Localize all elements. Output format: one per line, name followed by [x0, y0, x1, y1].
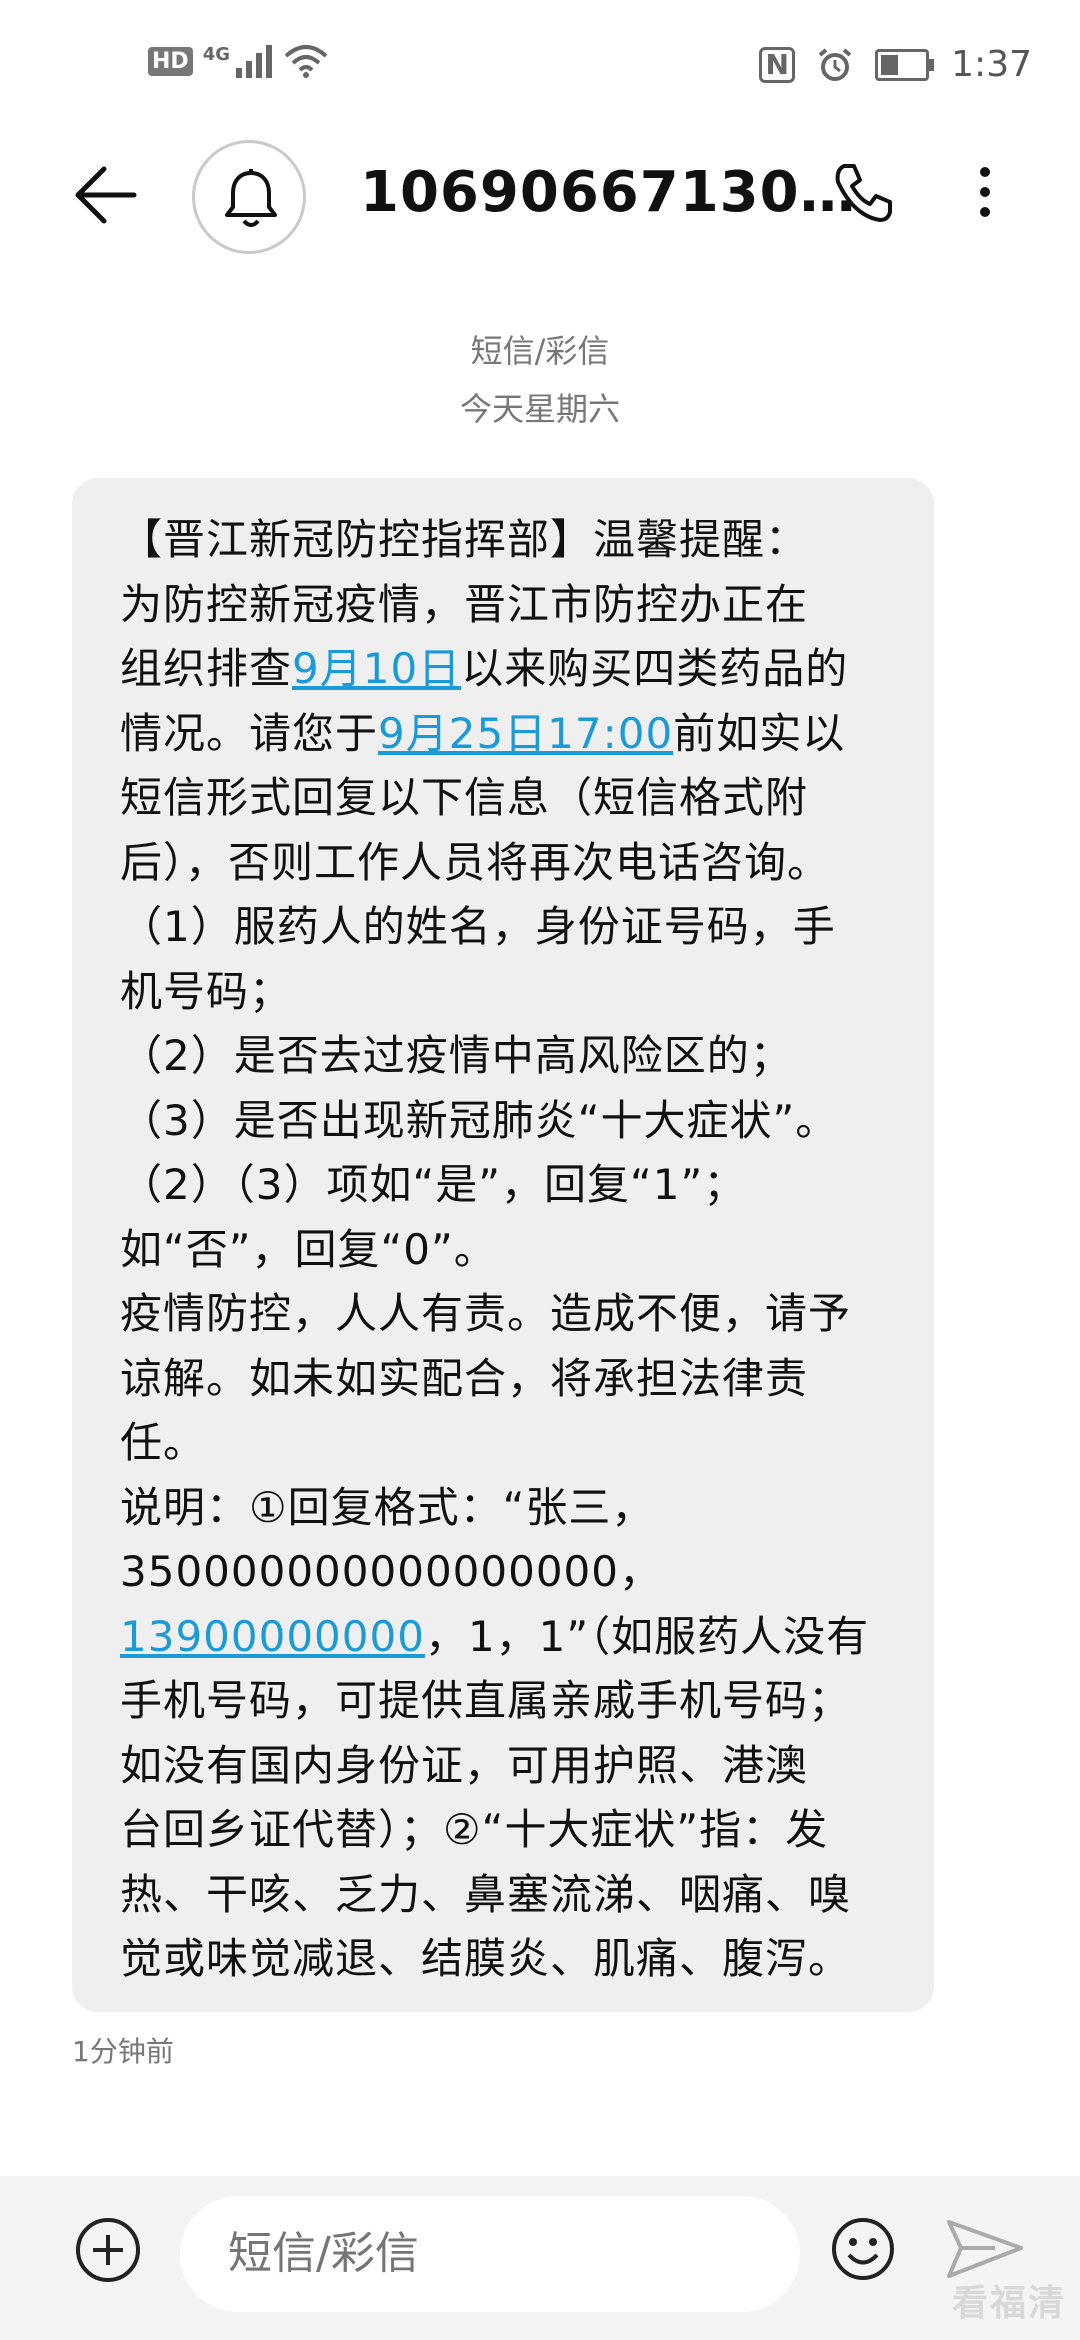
battery-level: [881, 54, 898, 75]
message-text: 【晋江新冠防控指挥部】温馨提醒： 为防控新冠疫情，晋江市防控办正在 组织排查9月…: [120, 508, 894, 1992]
battery-icon: [875, 48, 935, 81]
status-time: 1:37: [951, 44, 1032, 85]
message-link[interactable]: 13900000000: [120, 1612, 425, 1661]
message-input[interactable]: [180, 2196, 800, 2312]
emoji-icon[interactable]: [830, 2216, 896, 2282]
message-timestamp: 1分钟前: [72, 2035, 174, 2068]
message-link[interactable]: 9月10日: [292, 644, 461, 693]
conversation-header: 10690667130…: [0, 130, 1080, 260]
contact-title: 10690667130…: [360, 160, 857, 225]
message-text-segment: 前如实以 短信形式回复以下信息（短信格式附 后），否则工作人员将再次电话咨询。 …: [120, 708, 852, 1597]
signal-icon: [236, 45, 272, 78]
status-bar-left: HD 4G: [148, 44, 328, 78]
more-vertical-icon[interactable]: [965, 160, 1005, 230]
watermark: 看福清: [951, 2283, 1066, 2324]
bell-icon: [225, 169, 277, 227]
network-type-label: 4G: [202, 43, 230, 65]
back-arrow-icon[interactable]: [70, 160, 140, 230]
hd-voice-icon: HD: [148, 46, 193, 76]
nfc-icon: N: [759, 46, 796, 83]
contact-avatar[interactable]: [192, 140, 306, 254]
add-attachment-button[interactable]: [76, 2218, 140, 2282]
date-divider: 今天星期六: [459, 390, 620, 428]
composer-bar: 看福清: [0, 2176, 1080, 2340]
incoming-message-bubble[interactable]: 【晋江新冠防控指挥部】温馨提醒： 为防控新冠疫情，晋江市防控办正在 组织排查9月…: [72, 478, 934, 2012]
status-bar-right: N 1:37: [759, 44, 1032, 85]
phone-icon[interactable]: [830, 160, 896, 226]
wifi-icon: [284, 45, 328, 78]
message-link[interactable]: 9月25日17:00: [378, 709, 673, 758]
alarm-icon: [818, 47, 852, 81]
message-type-label: 短信/彩信: [470, 332, 610, 370]
message-text-segment: ，1，1”（如服药人没有 手机号码，可提供直属亲戚手机号码； 如没有国内身份证，…: [120, 1611, 870, 1984]
status-bar: HD 4G N 1:37: [0, 0, 1080, 130]
